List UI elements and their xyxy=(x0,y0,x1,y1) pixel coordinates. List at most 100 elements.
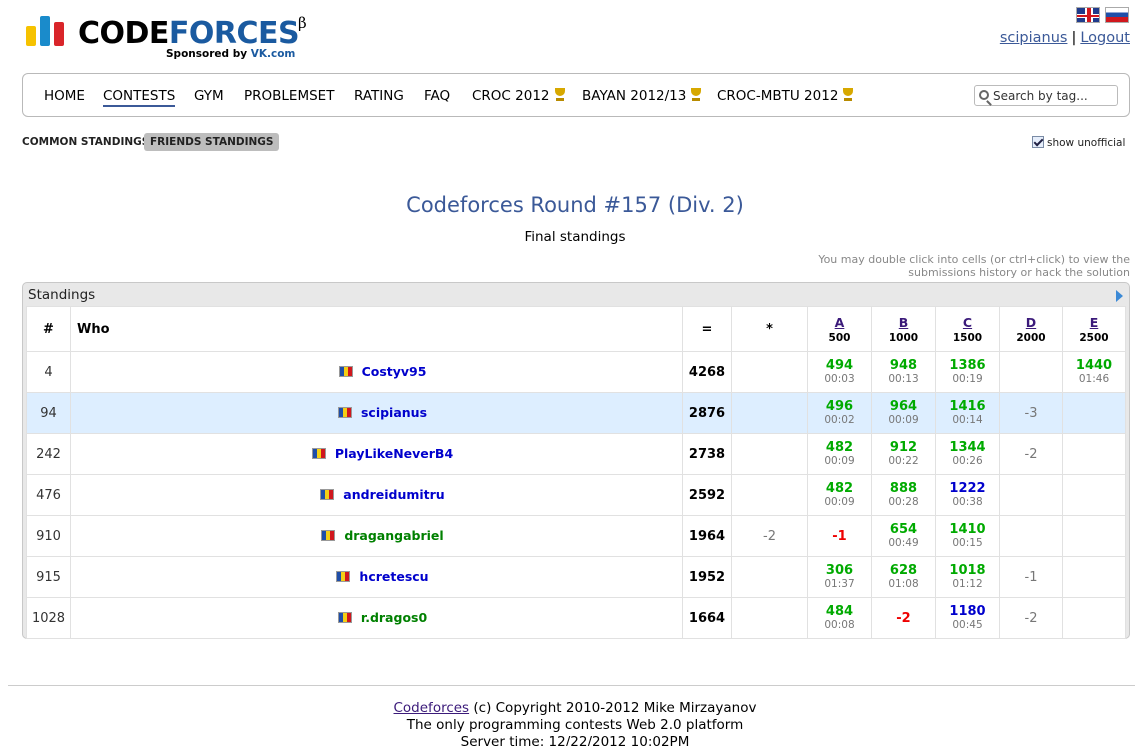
col-problem-a[interactable]: A 500 xyxy=(807,306,872,352)
participant-cell: scipianus xyxy=(70,392,683,434)
tab-common-standings[interactable]: COMMON STANDINGS xyxy=(16,133,155,151)
show-unofficial-label: show unofficial xyxy=(1047,137,1126,149)
problem-d-cell[interactable]: -2 xyxy=(999,433,1063,475)
problem-b-cell[interactable]: -2 xyxy=(871,597,936,639)
rank-cell: 476 xyxy=(26,474,71,516)
problem-e-cell[interactable]: 1440 01:46 xyxy=(1062,351,1126,393)
problem-c-cell[interactable]: 1180 00:45 xyxy=(935,597,1000,639)
problem-e-cell[interactable] xyxy=(1062,474,1126,516)
problem-a-cell[interactable]: 496 00:02 xyxy=(807,392,872,434)
standings-row[interactable]: 242 PlayLikeNeverB4 2738 482 00:09 912 00:22 13… xyxy=(26,433,1126,475)
points-cell: 1664 xyxy=(682,597,732,639)
show-unofficial-checkbox[interactable] xyxy=(1032,136,1044,148)
problem-b-cell[interactable]: 948 00:13 xyxy=(871,351,936,393)
tag-search-input[interactable]: Search by tag... xyxy=(974,85,1118,106)
problem-d-cell[interactable]: -3 xyxy=(999,392,1063,434)
menu-item-home[interactable]: HOME xyxy=(44,88,85,104)
participant-cell: PlayLikeNeverB4 xyxy=(70,433,683,475)
problem-a-cell[interactable]: 494 00:03 xyxy=(807,351,872,393)
problem-a-cell[interactable]: 484 00:08 xyxy=(807,597,872,639)
standings-row[interactable]: 94 scipianus 2876 496 00:02 964 00:09 1416 00:14… xyxy=(26,392,1126,434)
hacks-cell xyxy=(731,556,808,598)
codeforces-logo[interactable]: CODEFORCES β Sponsored by VK.com xyxy=(24,14,324,64)
show-unofficial-toggle[interactable]: show unofficial xyxy=(1032,136,1125,149)
english-flag-icon[interactable] xyxy=(1076,7,1100,23)
problem-b-cell[interactable]: 654 00:49 xyxy=(871,515,936,557)
hint-text: You may double click into cells (or ctrl… xyxy=(818,253,1130,279)
rank-cell: 910 xyxy=(26,515,71,557)
footer: Codeforces (c) Copyright 2010-2012 Mike … xyxy=(0,700,1135,746)
logo-beta: β xyxy=(298,14,307,32)
hacks-cell: -2 xyxy=(731,515,808,557)
col-problem-d[interactable]: D 2000 xyxy=(999,306,1063,352)
problem-c-cell[interactable]: 1222 00:38 xyxy=(935,474,1000,516)
problem-a-cell[interactable]: 482 00:09 xyxy=(807,433,872,475)
problem-b-cell[interactable]: 912 00:22 xyxy=(871,433,936,475)
menu-item-croc-2012[interactable]: CROC 2012 xyxy=(472,88,567,104)
romania-flag-icon xyxy=(337,407,352,418)
problem-a-cell[interactable]: 482 00:09 xyxy=(807,474,872,516)
participant-handle-link[interactable]: andreidumitru xyxy=(343,487,444,502)
problem-d-cell[interactable] xyxy=(999,474,1063,516)
standings-row[interactable]: 476 andreidumitru 2592 482 00:09 888 00:28 1222… xyxy=(26,474,1126,516)
standings-row[interactable]: 4 Costyv95 4268 494 00:03 948 00:13 1386 00:19 14… xyxy=(26,351,1126,393)
problem-c-cell[interactable]: 1410 00:15 xyxy=(935,515,1000,557)
trophy-icon xyxy=(689,88,703,102)
problem-e-cell[interactable] xyxy=(1062,433,1126,475)
problem-e-cell[interactable] xyxy=(1062,556,1126,598)
problem-c-cell[interactable]: 1416 00:14 xyxy=(935,392,1000,434)
menu-item-croc-mbtu[interactable]: CROC-MBTU 2012 xyxy=(717,88,855,104)
menu-item-bayan[interactable]: BAYAN 2012/13 xyxy=(582,88,703,104)
problem-e-cell[interactable] xyxy=(1062,597,1126,639)
participant-handle-link[interactable]: scipianus xyxy=(361,405,427,420)
standings-row[interactable]: 1028 r.dragos0 1664 484 00:08 -2 1180 00:45 -2 xyxy=(26,597,1126,639)
menu-item-gym[interactable]: GYM xyxy=(194,88,224,104)
menu-item-faq[interactable]: FAQ xyxy=(424,88,450,104)
points-cell: 4268 xyxy=(682,351,732,393)
participant-handle-link[interactable]: Costyv95 xyxy=(362,364,427,379)
col-problem-c[interactable]: C 1500 xyxy=(935,306,1000,352)
problem-a-cell[interactable]: 306 01:37 xyxy=(807,556,872,598)
menu-item-problemset[interactable]: PROBLEMSET xyxy=(244,88,334,104)
search-placeholder: Search by tag... xyxy=(993,89,1088,103)
col-rank: # xyxy=(26,306,71,352)
problem-b-cell[interactable]: 628 01:08 xyxy=(871,556,936,598)
hacks-cell xyxy=(731,351,808,393)
participant-handle-link[interactable]: r.dragos0 xyxy=(361,610,427,625)
col-problem-e[interactable]: E 2500 xyxy=(1062,306,1126,352)
logout-link[interactable]: Logout xyxy=(1080,30,1130,46)
problem-b-cell[interactable]: 888 00:28 xyxy=(871,474,936,516)
problem-d-cell[interactable] xyxy=(999,351,1063,393)
problem-c-cell[interactable]: 1344 00:26 xyxy=(935,433,1000,475)
problem-b-cell[interactable]: 964 00:09 xyxy=(871,392,936,434)
points-cell: 2592 xyxy=(682,474,732,516)
problem-e-cell[interactable] xyxy=(1062,392,1126,434)
problem-c-cell[interactable]: 1018 01:12 xyxy=(935,556,1000,598)
points-cell: 2876 xyxy=(682,392,732,434)
problem-a-cell[interactable]: -1 xyxy=(807,515,872,557)
username-link[interactable]: scipianus xyxy=(1000,30,1068,46)
col-problem-b[interactable]: B 1000 xyxy=(871,306,936,352)
footer-codeforces-link[interactable]: Codeforces xyxy=(394,700,470,716)
menu-item-contests[interactable]: CONTESTS xyxy=(103,88,176,107)
participant-handle-link[interactable]: hcretescu xyxy=(359,569,428,584)
problem-d-cell[interactable]: -1 xyxy=(999,556,1063,598)
russian-flag-icon[interactable] xyxy=(1105,7,1129,23)
problem-d-cell[interactable]: -2 xyxy=(999,597,1063,639)
standings-row[interactable]: 910 dragangabriel 1964 -2 -1 654 00:49 1410 00:1… xyxy=(26,515,1126,557)
problem-e-cell[interactable] xyxy=(1062,515,1126,557)
tab-friends-standings[interactable]: FRIENDS STANDINGS xyxy=(144,133,280,151)
col-hacks: * xyxy=(731,306,808,352)
rank-cell: 1028 xyxy=(26,597,71,639)
standings-row[interactable]: 915 hcretescu 1952 306 01:37 628 01:08 1018 01:1… xyxy=(26,556,1126,598)
points-cell: 1952 xyxy=(682,556,732,598)
problem-d-cell[interactable] xyxy=(999,515,1063,557)
participant-handle-link[interactable]: dragangabriel xyxy=(344,528,443,543)
participant-handle-link[interactable]: PlayLikeNeverB4 xyxy=(335,446,453,461)
expand-arrow-icon[interactable] xyxy=(1116,290,1123,302)
participant-cell: Costyv95 xyxy=(70,351,683,393)
menu-item-rating[interactable]: RATING xyxy=(354,88,404,104)
footer-divider xyxy=(8,685,1135,686)
problem-c-cell[interactable]: 1386 00:19 xyxy=(935,351,1000,393)
footer-tagline: The only programming contests Web 2.0 pl… xyxy=(406,717,744,733)
